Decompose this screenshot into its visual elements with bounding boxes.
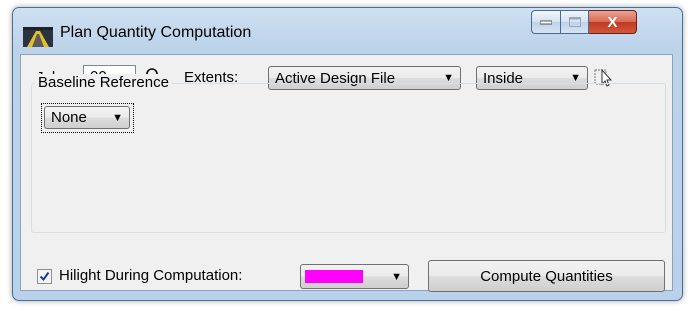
baseline-value: None [51,109,87,126]
hilight-color-select[interactable]: ▼ [300,264,409,289]
checkmark-icon [39,271,50,282]
window-title: Plan Quantity Computation [60,24,252,41]
baseline-select[interactable]: None ▼ [44,106,130,129]
maximize-button[interactable] [561,10,589,34]
dropdown-arrow-icon: ▼ [391,270,402,283]
dropdown-arrow-icon: ▼ [112,111,123,124]
baseline-group-label: Baseline Reference [35,74,172,91]
maximize-icon [568,17,581,27]
title-bar[interactable]: Plan Quantity Computation X [13,8,682,54]
dialog-body: Job: 00 Extents: Active Design File ▼ In… [20,54,673,292]
roadway-app-icon [23,27,53,47]
hilight-label: Hilight During Computation: [59,267,243,284]
color-swatch [305,270,363,283]
minimize-icon [540,20,552,25]
compute-quantities-button[interactable]: Compute Quantities [428,260,665,292]
minimize-button[interactable] [531,10,561,34]
hilight-checkbox[interactable] [37,269,52,284]
close-button[interactable]: X [589,10,637,34]
close-icon: X [607,13,618,31]
plan-quantity-window: Plan Quantity Computation X Job: 00 Exte… [12,7,683,301]
compute-quantities-label: Compute Quantities [480,267,613,285]
